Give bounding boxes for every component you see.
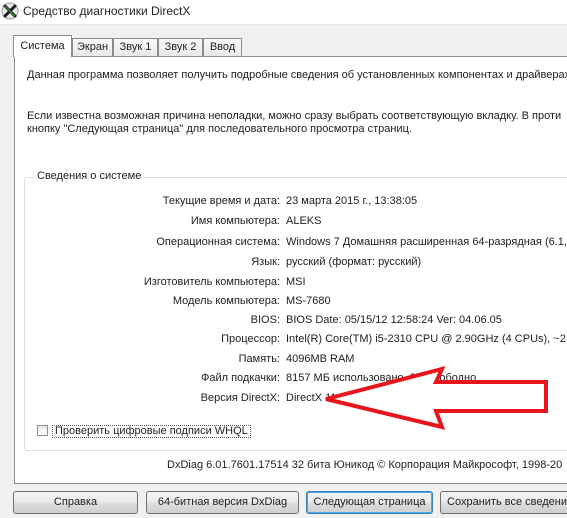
system-info-title: Сведения о системе [34,170,145,182]
dxdiag-64bit-button[interactable]: 64-битная версия DxDiag [146,491,299,514]
info-label: Память: [238,353,280,365]
info-value-computer-name: ALEKS [286,215,322,227]
tab-label: Звук 1 [119,41,152,53]
title-bar: Средство диагностики DirectX [0,0,567,25]
dxdiag-64bit-button-label: 64-битная версия DxDiag [157,496,288,508]
tab-label: Экран [76,41,109,53]
save-all-button-label: Сохранить все сведения [447,496,567,508]
info-label: Модель компьютера: [172,295,280,307]
info-row-bios: BIOS: [15,314,280,328]
tab-system[interactable]: Система [13,35,72,57]
help-button[interactable]: Справка [13,491,138,514]
tab-label: Звук 2 [164,41,197,53]
tab-sound-2[interactable]: Звук 2 [158,38,203,56]
description-line-1: Данная программа позволяет получить подр… [27,69,567,81]
info-label: BIOS: [250,314,280,326]
info-label: Язык: [251,256,280,268]
next-page-button-label: Следующая страница [313,496,426,508]
tab-label: Система [20,40,65,52]
next-page-button[interactable]: Следующая страница [306,491,433,514]
info-row-computer-name: Имя компьютера: [15,215,280,229]
info-value-os: Windows 7 Домашняя расширенная 64-разряд… [286,236,567,248]
info-value-processor: Intel(R) Core(TM) i5-2310 CPU @ 2.90GHz … [286,333,567,345]
info-value-datetime: 23 марта 2015 г., 13:38:05 [286,195,418,207]
info-label: Операционная система: [156,236,280,248]
info-row-manufacturer: Изготовитель компьютера: [15,276,280,290]
info-row-language: Язык: [15,256,280,270]
info-value-model: MS-7680 [286,295,331,307]
directx-icon [1,2,19,20]
window-title: Средство диагностики DirectX [23,4,191,18]
info-value-manufacturer: MSI [286,276,306,288]
info-value-pagefile: 8157 МБ использовано, 3... свободно [286,372,477,384]
tab-label: Ввод [209,41,236,53]
tab-input[interactable]: Ввод [203,38,242,56]
system-tab-panel: Данная программа позволяет получить подр… [14,56,567,484]
info-row-pagefile: Файл подкачки: [15,372,280,386]
info-value-memory: 4096MB RAM [286,353,355,365]
dxdiag-window: Средство диагностики DirectX Система Экр… [0,0,567,518]
info-row-memory: Память: [15,353,280,367]
whql-checkbox[interactable] [37,425,48,436]
info-row-os: Операционная система: [15,236,280,250]
tab-display[interactable]: Экран [72,38,113,56]
info-label: Текущие время и дата: [162,195,280,207]
info-label: Процессор: [221,333,280,345]
help-button-label: Справка [53,496,98,508]
tab-sound-1[interactable]: Звук 1 [113,38,158,56]
save-all-button[interactable]: Сохранить все сведения [440,491,567,514]
info-label: Файл подкачки: [200,372,280,384]
description-line-3: кнопку "Следующая страница" для последов… [27,123,412,135]
info-row-datetime: Текущие время и дата: [15,195,280,209]
info-label: Изготовитель компьютера: [143,276,280,288]
whql-checkbox-label[interactable]: Проверить цифровые подписи WHQL [52,425,251,438]
info-value-bios: BIOS Date: 05/15/12 12:58:24 Ver: 04.06.… [286,314,502,326]
info-value-directx: DirectX 11 [286,392,337,404]
info-label: Версия DirectX: [200,392,280,404]
info-row-directx: Версия DirectX: [15,392,280,406]
description-line-2: Если известна возможная причина неполадк… [27,110,562,122]
info-label: Имя компьютера: [190,215,280,227]
info-value-language: русский (формат: русский) [286,256,422,268]
info-row-processor: Процессор: [15,333,280,347]
info-row-model: Модель компьютера: [15,295,280,309]
dxdiag-version-copyright: DxDiag 6.01.7601.17514 32 бита Юникод © … [167,459,563,471]
